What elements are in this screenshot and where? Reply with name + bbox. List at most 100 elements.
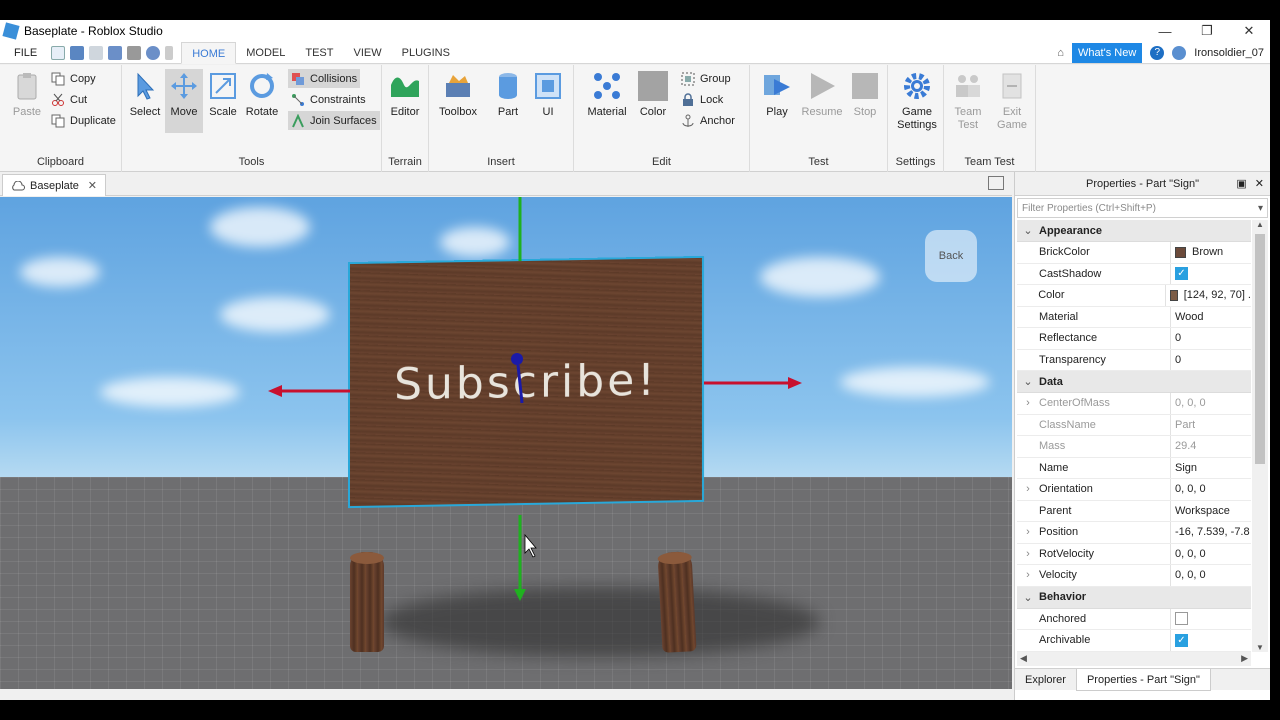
insert-group-label: Insert xyxy=(487,156,515,168)
resume-button[interactable]: Resume xyxy=(802,69,842,133)
game-settings-button[interactable]: Game Settings xyxy=(896,69,938,133)
property-row[interactable]: Archivable ✓ xyxy=(1017,630,1251,652)
section-appearance[interactable]: ⌄ Appearance xyxy=(1017,220,1251,242)
stop-button[interactable]: Stop xyxy=(846,69,884,133)
3d-viewport[interactable]: Subscribe! Back xyxy=(0,197,1012,689)
property-row[interactable]: Reflectance 0 xyxy=(1017,328,1251,350)
tab-explorer[interactable]: Explorer xyxy=(1015,669,1076,691)
help-icon[interactable]: ? xyxy=(1150,46,1165,60)
part-button[interactable]: Part xyxy=(489,69,527,133)
property-row[interactable]: › Orientation 0, 0, 0 xyxy=(1017,479,1251,501)
rotate-button[interactable]: Rotate xyxy=(243,69,281,133)
dock-icon[interactable] xyxy=(988,176,1004,190)
customize-dropdown-icon[interactable] xyxy=(165,45,174,60)
collapse-ribbon-icon[interactable]: ⌂ xyxy=(1057,47,1064,59)
join-surfaces-toggle[interactable]: Join Surfaces xyxy=(288,111,380,130)
material-button[interactable]: Material xyxy=(586,69,628,133)
tab-model[interactable]: MODEL xyxy=(236,42,295,64)
scale-button[interactable]: Scale xyxy=(204,69,242,133)
minimize-button[interactable]: — xyxy=(1144,20,1186,42)
archivable-checkbox[interactable]: ✓ xyxy=(1175,633,1188,647)
settings-group: Game Settings Settings xyxy=(888,65,944,172)
tab-home[interactable]: HOME xyxy=(181,41,237,64)
scroll-up-icon[interactable]: ▲ xyxy=(1252,220,1268,229)
rotate-icon xyxy=(250,73,274,98)
property-row[interactable]: Anchored xyxy=(1017,608,1251,630)
tab-plugins[interactable]: PLUGINS xyxy=(392,42,460,64)
undo-icon[interactable] xyxy=(146,45,161,60)
new-file-icon[interactable] xyxy=(51,45,66,60)
filter-properties-input[interactable]: Filter Properties (Ctrl+Shift+P) ▾ xyxy=(1017,198,1268,218)
scroll-right-icon[interactable]: ▶ xyxy=(1241,653,1248,664)
property-row[interactable]: Parent Workspace xyxy=(1017,500,1251,522)
property-row[interactable]: › Velocity 0, 0, 0 xyxy=(1017,565,1251,587)
share-icon[interactable] xyxy=(1172,46,1187,60)
username[interactable]: Ironsoldier_07 xyxy=(1194,47,1264,59)
document-tab-strip: Baseplate ✕ xyxy=(0,172,1012,196)
select-button[interactable]: Select xyxy=(126,69,164,133)
exit-game-button[interactable]: Exit Game xyxy=(992,69,1032,133)
lock-button[interactable]: Lock xyxy=(678,90,726,109)
section-behavior[interactable]: ⌄ Behavior xyxy=(1017,586,1251,609)
property-row[interactable]: CastShadow ✓ xyxy=(1017,263,1251,285)
scroll-left-icon[interactable]: ◀ xyxy=(1020,653,1027,664)
property-row[interactable]: BrickColor Brown xyxy=(1017,242,1251,264)
tab-test[interactable]: TEST xyxy=(295,42,343,64)
scroll-down-icon[interactable]: ▼ xyxy=(1252,643,1268,652)
move-handle-z[interactable] xyxy=(516,364,524,404)
group-button[interactable]: Group xyxy=(678,69,734,88)
view-cube-back[interactable]: Back xyxy=(925,230,977,282)
duplicate-button[interactable]: Duplicate xyxy=(48,111,119,130)
properties-vertical-scrollbar[interactable]: ▲ ▼ xyxy=(1252,220,1268,652)
pin-icon[interactable]: ▣ xyxy=(1236,177,1246,190)
file-menu[interactable]: FILE xyxy=(0,42,51,64)
play-button[interactable]: Play xyxy=(758,69,796,133)
mouse-cursor-icon xyxy=(524,533,537,558)
anchored-checkbox[interactable] xyxy=(1175,612,1188,626)
castshadow-checkbox[interactable]: ✓ xyxy=(1175,267,1188,281)
paste-button[interactable]: Paste xyxy=(8,69,46,133)
whats-new-button[interactable]: What's New xyxy=(1071,43,1143,63)
redo-icon[interactable] xyxy=(89,45,104,60)
binoculars-icon[interactable] xyxy=(70,45,85,60)
tab-view[interactable]: VIEW xyxy=(343,42,391,64)
collisions-icon xyxy=(292,72,304,85)
property-row[interactable]: › CenterOfMass 0, 0, 0 xyxy=(1017,393,1251,415)
anchor-button[interactable]: Anchor xyxy=(678,111,738,130)
properties-horizontal-scrollbar[interactable]: ◀ ▶ xyxy=(1017,652,1251,666)
property-row[interactable]: Material Wood xyxy=(1017,306,1251,328)
publish-icon[interactable] xyxy=(108,45,123,60)
section-data[interactable]: ⌄ Data xyxy=(1017,371,1251,393)
quick-access-toolbar xyxy=(51,45,181,60)
color-button[interactable]: Color xyxy=(634,69,672,133)
filter-dropdown-icon[interactable]: ▾ xyxy=(1258,203,1263,214)
cloud-icon xyxy=(12,180,25,190)
group-icon xyxy=(681,72,695,85)
property-row[interactable]: Color [124, 92, 70] . xyxy=(1017,285,1251,307)
copy-button[interactable]: Copy xyxy=(48,69,99,88)
property-row[interactable]: › Position -16, 7.539, -7.8 xyxy=(1017,522,1251,544)
scrollbar-thumb[interactable] xyxy=(1255,234,1265,464)
title-bar: Baseplate - Roblox Studio — ❐ ✕ xyxy=(0,20,1270,42)
property-row[interactable]: › RotVelocity 0, 0, 0 xyxy=(1017,543,1251,565)
maximize-button[interactable]: ❐ xyxy=(1186,20,1228,42)
ui-button[interactable]: UI xyxy=(529,69,567,133)
toolbox-button[interactable]: Toolbox xyxy=(437,69,479,133)
part-cylinder-icon xyxy=(499,73,517,99)
clipboard-icon xyxy=(17,73,37,100)
close-button[interactable]: ✕ xyxy=(1228,20,1270,42)
close-panel-icon[interactable]: ✕ xyxy=(1255,177,1264,190)
tab-baseplate[interactable]: Baseplate ✕ xyxy=(2,174,106,196)
move-button[interactable]: Move xyxy=(165,69,203,133)
move-handles xyxy=(268,197,802,601)
team-test-button[interactable]: Team Test xyxy=(948,69,988,133)
close-tab-icon[interactable]: ✕ xyxy=(88,179,97,192)
cut-button[interactable]: Cut xyxy=(48,90,90,109)
stop-square-icon[interactable] xyxy=(127,45,142,60)
property-row[interactable]: Name Sign xyxy=(1017,457,1251,479)
property-row[interactable]: Transparency 0 xyxy=(1017,349,1251,371)
terrain-editor-button[interactable]: Editor xyxy=(386,69,424,133)
tab-properties[interactable]: Properties - Part "Sign" xyxy=(1075,669,1211,691)
collisions-toggle[interactable]: Collisions xyxy=(288,69,361,88)
constraints-button[interactable]: Constraints xyxy=(288,90,369,109)
